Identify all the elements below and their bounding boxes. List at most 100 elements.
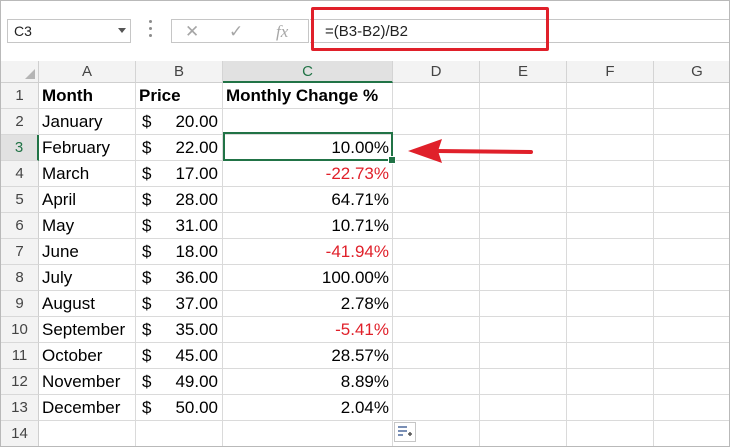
price-value: 50.00 (175, 398, 218, 417)
cell-a2[interactable]: January (39, 109, 136, 135)
price-value: 37.00 (175, 294, 218, 313)
cell-b1[interactable]: Price (136, 83, 223, 109)
row-header-8[interactable]: 8 (1, 265, 39, 291)
name-box-value: C3 (14, 23, 32, 39)
price-value: 35.00 (175, 320, 218, 339)
column-header-g[interactable]: G (654, 61, 729, 83)
cell-b6[interactable]: $31.00 (136, 213, 223, 239)
cell-a1[interactable]: Month (39, 83, 136, 109)
cell-b7[interactable]: $18.00 (136, 239, 223, 265)
select-all-button[interactable] (1, 61, 39, 83)
cell-a9[interactable]: August (39, 291, 136, 317)
cell-c10[interactable]: -5.41% (223, 317, 393, 343)
column-header-d[interactable]: D (393, 61, 480, 83)
formula-buttons: ✕ ✓ fx (171, 19, 309, 43)
currency-symbol: $ (142, 294, 152, 313)
row-header-6[interactable]: 6 (1, 213, 39, 239)
cell-c2[interactable] (223, 109, 393, 135)
price-value: 49.00 (175, 372, 218, 391)
row-header-4[interactable]: 4 (1, 161, 39, 187)
cell-b8[interactable]: $36.00 (136, 265, 223, 291)
cell-b12[interactable]: $49.00 (136, 369, 223, 395)
row-header-11[interactable]: 11 (1, 343, 39, 369)
cell-c5[interactable]: 64.71% (223, 187, 393, 213)
currency-symbol: $ (142, 190, 152, 209)
cell-a7[interactable]: June (39, 239, 136, 265)
cell-c12[interactable]: 8.89% (223, 369, 393, 395)
highlight-box (311, 7, 549, 51)
select-all-icon (25, 69, 35, 79)
cell-b13[interactable]: $50.00 (136, 395, 223, 421)
column-header-e[interactable]: E (480, 61, 567, 83)
row-header-7[interactable]: 7 (1, 239, 39, 265)
price-value: 31.00 (175, 216, 218, 235)
cell-a3[interactable]: February (39, 135, 136, 161)
insert-function-button[interactable]: fx (276, 22, 288, 42)
column-header-c[interactable]: C (223, 61, 393, 83)
cell-a10[interactable]: September (39, 317, 136, 343)
cell-b4[interactable]: $17.00 (136, 161, 223, 187)
cell-a4[interactable]: March (39, 161, 136, 187)
currency-symbol: $ (142, 138, 152, 157)
cell-a5[interactable]: April (39, 187, 136, 213)
cell-a8[interactable]: July (39, 265, 136, 291)
currency-symbol: $ (142, 320, 152, 339)
cell-c4[interactable]: -22.73% (223, 161, 393, 187)
fill-handle[interactable] (388, 156, 396, 164)
enter-icon[interactable]: ✓ (229, 22, 243, 42)
cell-c6[interactable]: 10.71% (223, 213, 393, 239)
arrow-left-icon (408, 139, 533, 163)
row-header-2[interactable]: 2 (1, 109, 39, 135)
cell-a11[interactable]: October (39, 343, 136, 369)
price-value: 28.00 (175, 190, 218, 209)
cell-c11[interactable]: 28.57% (223, 343, 393, 369)
currency-symbol: $ (142, 268, 152, 287)
cell-b2[interactable]: $20.00 (136, 109, 223, 135)
price-value: 20.00 (175, 112, 218, 131)
formula-bar-area: C3 ✕ ✓ fx =(B3-B2)/B2 (1, 1, 729, 61)
cell-c8[interactable]: 100.00% (223, 265, 393, 291)
cell-c7[interactable]: -41.94% (223, 239, 393, 265)
currency-symbol: $ (142, 164, 152, 183)
cell-c9[interactable]: 2.78% (223, 291, 393, 317)
cancel-icon[interactable]: ✕ (185, 22, 199, 42)
row-header-10[interactable]: 10 (1, 317, 39, 343)
drag-handle-icon[interactable] (149, 20, 153, 42)
cell-a13[interactable]: December (39, 395, 136, 421)
cell-a6[interactable]: May (39, 213, 136, 239)
price-value: 17.00 (175, 164, 218, 183)
column-header-a[interactable]: A (39, 61, 136, 83)
row-header-13[interactable]: 13 (1, 395, 39, 421)
column-header-f[interactable]: F (567, 61, 654, 83)
cell-b10[interactable]: $35.00 (136, 317, 223, 343)
currency-symbol: $ (142, 372, 152, 391)
cell-a12[interactable]: November (39, 369, 136, 395)
currency-symbol: $ (142, 112, 152, 131)
column-header-b[interactable]: B (136, 61, 223, 83)
cell-b9[interactable]: $37.00 (136, 291, 223, 317)
cell-b5[interactable]: $28.00 (136, 187, 223, 213)
cell-c3[interactable]: 10.00% (223, 135, 393, 161)
row-header-14[interactable]: 14 (1, 421, 39, 446)
name-box[interactable]: C3 (7, 19, 131, 43)
price-value: 36.00 (175, 268, 218, 287)
currency-symbol: $ (142, 346, 152, 365)
currency-symbol: $ (142, 242, 152, 261)
row-header-9[interactable]: 9 (1, 291, 39, 317)
quick-analysis-button[interactable] (394, 422, 416, 442)
row-header-3[interactable]: 3 (1, 135, 39, 161)
price-value: 22.00 (175, 138, 218, 157)
currency-symbol: $ (142, 398, 152, 417)
price-value: 45.00 (175, 346, 218, 365)
row-header-1[interactable]: 1 (1, 83, 39, 109)
cell-b3[interactable]: $22.00 (136, 135, 223, 161)
chevron-down-icon[interactable] (118, 28, 126, 33)
row-header-12[interactable]: 12 (1, 369, 39, 395)
price-value: 18.00 (175, 242, 218, 261)
cell-c1[interactable]: Monthly Change % (223, 83, 393, 109)
cell-c13[interactable]: 2.04% (223, 395, 393, 421)
cell-b11[interactable]: $45.00 (136, 343, 223, 369)
quick-analysis-icon (398, 426, 412, 436)
currency-symbol: $ (142, 216, 152, 235)
row-header-5[interactable]: 5 (1, 187, 39, 213)
